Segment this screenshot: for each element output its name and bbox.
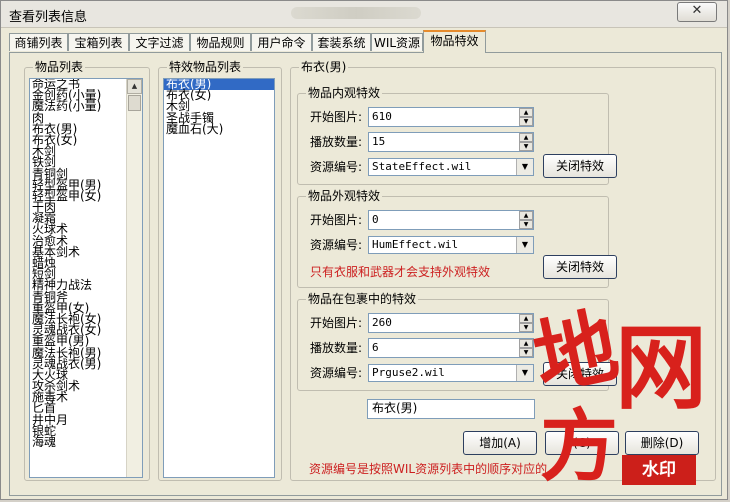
delete-button[interactable]: 删除(D) [625, 431, 699, 455]
effect-listbox[interactable]: 布衣(男) 布衣(女) 木剑 圣战手镯 魔血石(大) [163, 78, 275, 478]
outer-start-value: 0 [372, 213, 379, 226]
effect-list-items: 布衣(男) 布衣(女) 木剑 圣战手镯 魔血石(大) [164, 79, 274, 135]
details-label: 布衣(男) [299, 60, 349, 74]
watermark-badge: 水印 [622, 455, 696, 485]
outer-res-label: 资源编号: [310, 238, 363, 252]
watermark-char-2: 网 [615, 314, 708, 422]
item-list-group: 物品列表 命运之书 金创药(小量) 魔法药(小量) 肉布衣(男) 布衣(女) 木剑 铁剑 青铜… [24, 60, 150, 481]
add-button[interactable]: 增加(A) [463, 431, 537, 455]
spin-up-icon[interactable]: ▲ [519, 133, 533, 142]
window-title: 查看列表信息 [9, 10, 88, 25]
inner-count-value: 15 [372, 135, 386, 148]
inner-res-select[interactable]: StateEffect.wil ▼ [368, 158, 534, 176]
blurred-region [291, 7, 421, 19]
outer-res-value: HumEffect.wil [372, 238, 459, 251]
bag-count-spinner[interactable]: 6 ▲ ▼ [368, 338, 534, 358]
spin-up-icon[interactable]: ▲ [519, 108, 533, 117]
tab-item-rules[interactable]: 物品规则 [190, 33, 251, 51]
item-name-field[interactable]: 布衣(男) [367, 399, 535, 419]
bag-res-value: Prguse2.wil [372, 366, 445, 379]
item-list-label: 物品列表 [33, 60, 86, 74]
scroll-thumb[interactable] [128, 95, 141, 111]
watermark-char-1: 地 [525, 297, 627, 409]
spin-down-icon[interactable]: ▼ [519, 117, 533, 126]
inner-count-spinner[interactable]: 15 ▲ ▼ [368, 132, 534, 152]
tab-wil-resources[interactable]: WIL资源 [371, 33, 423, 51]
outer-effect-note: 只有衣服和武器才会支持外观特效 [310, 265, 491, 279]
tab-shop-list[interactable]: 商铺列表 [9, 33, 68, 51]
tab-item-effects[interactable]: 物品特效 [423, 30, 486, 53]
effect-list-label: 特效物品列表 [167, 60, 244, 74]
inner-close-effect-button[interactable]: 关闭特效 [543, 154, 617, 178]
spin-down-icon[interactable]: ▼ [519, 142, 533, 151]
bag-count-label: 播放数量: [310, 341, 363, 355]
inner-count-label: 播放数量: [310, 135, 363, 149]
scroll-up-icon[interactable]: ▲ [127, 79, 142, 94]
tab-user-commands[interactable]: 用户命令 [251, 33, 312, 51]
footer-note: 资源编号是按照WIL资源列表中的顺序对应的... [309, 462, 559, 476]
bag-start-spinner[interactable]: 260 ▲ ▼ [368, 313, 534, 333]
inner-start-label: 开始图片: [310, 110, 363, 124]
inner-start-value: 610 [372, 110, 392, 123]
inner-effect-label: 物品内观特效 [306, 86, 383, 100]
outer-effect-group: 物品外观特效 开始图片: 0 ▲ ▼ 资源编号: HumEffect.wil ▼ … [297, 189, 617, 288]
tab-text-filter[interactable]: 文字过滤 [129, 33, 190, 51]
outer-close-effect-button[interactable]: 关闭特效 [543, 255, 617, 279]
bag-effect-label: 物品在包裹中的特效 [306, 292, 419, 306]
tab-set-system[interactable]: 套装系统 [312, 33, 371, 51]
close-window-button[interactable]: ✕ [677, 2, 717, 22]
chevron-down-icon[interactable]: ▼ [516, 159, 533, 175]
bag-res-label: 资源编号: [310, 366, 363, 380]
outer-start-label: 开始图片: [310, 213, 363, 227]
inner-start-spinner[interactable]: 610 ▲ ▼ [368, 107, 534, 127]
list-item[interactable]: 魔血石(大) [164, 123, 274, 135]
main-window: 查看列表信息 ✕ 商铺列表 宝箱列表 文字过滤 物品规则 用户命令 套装系统 W… [0, 0, 728, 500]
chevron-down-icon[interactable]: ▼ [516, 365, 533, 381]
title-bar: 查看列表信息 ✕ [1, 1, 727, 28]
tab-chest-list[interactable]: 宝箱列表 [68, 33, 129, 51]
inner-effect-group: 物品内观特效 开始图片: 610 ▲ ▼ 播放数量: 15 ▲ ▼ 资源编号: St… [297, 86, 617, 185]
inner-res-label: 资源编号: [310, 160, 363, 174]
outer-effect-label: 物品外观特效 [306, 189, 383, 203]
spin-up-icon[interactable]: ▲ [519, 211, 533, 220]
bag-res-select[interactable]: Prguse2.wil ▼ [368, 364, 534, 382]
effect-list-group: 特效物品列表 布衣(男) 布衣(女) 木剑 圣战手镯 魔血石(大) [158, 60, 282, 481]
item-listbox[interactable]: 命运之书 金创药(小量) 魔法药(小量) 肉布衣(男) 布衣(女) 木剑 铁剑 青铜剑 轻型盔甲… [29, 78, 143, 478]
bag-count-value: 6 [372, 341, 379, 354]
item-list-scrollbar[interactable]: ▲ [126, 79, 142, 477]
outer-res-select[interactable]: HumEffect.wil ▼ [368, 236, 534, 254]
chevron-down-icon[interactable]: ▼ [516, 237, 533, 253]
bag-start-label: 开始图片: [310, 316, 363, 330]
bag-start-value: 260 [372, 316, 392, 329]
outer-start-spinner[interactable]: 0 ▲ ▼ [368, 210, 534, 230]
watermark-char-3: 方 [540, 401, 619, 492]
spin-down-icon[interactable]: ▼ [519, 220, 533, 229]
spin-down-icon[interactable]: ▼ [519, 348, 533, 357]
inner-res-value: StateEffect.wil [372, 160, 472, 173]
